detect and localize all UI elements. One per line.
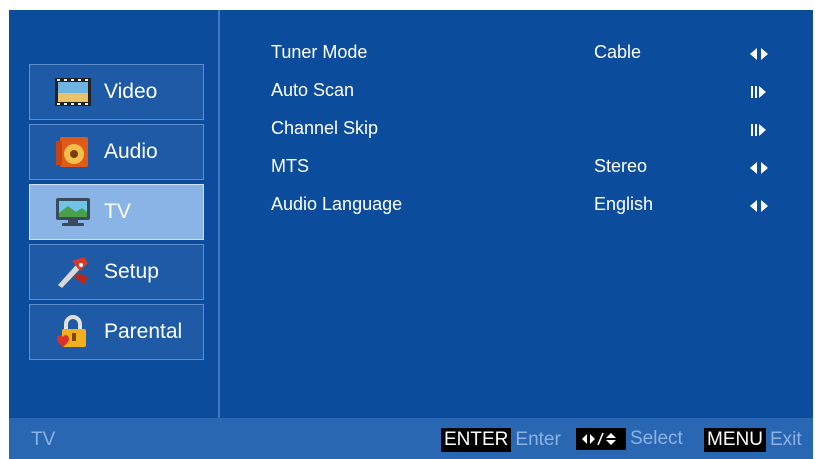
menu-row-auto-scan[interactable]: Auto Scan	[269, 74, 789, 112]
sidebar-item-tv[interactable]: TV	[29, 184, 204, 240]
menu-row-label: MTS	[271, 156, 309, 176]
enter-right-arrow-icon[interactable]	[747, 122, 771, 138]
left-right-arrow-icon[interactable]	[747, 160, 771, 176]
menu-row-tuner-mode[interactable]: Tuner Mode Cable	[269, 36, 789, 74]
setup-icon	[54, 255, 92, 289]
left-right-arrow-icon[interactable]	[747, 198, 771, 214]
select-hint-text: Select	[630, 428, 683, 449]
menu-row-value: Cable	[594, 42, 642, 62]
current-category-title: TV	[31, 429, 56, 450]
audio-icon	[54, 135, 92, 169]
sidebar-item-label: Setup	[104, 260, 159, 283]
sidebar-item-label: Audio	[104, 140, 158, 163]
sidebar-item-label: TV	[104, 200, 131, 223]
enter-hint-text: Enter	[515, 429, 561, 450]
menu-row-value: English	[594, 194, 654, 214]
tv-settings-menu: Tuner Mode Cable Auto Scan Channel Skip …	[269, 36, 789, 226]
sidebar-item-audio[interactable]: Audio	[29, 124, 204, 180]
menu-row-label: Tuner Mode	[271, 42, 368, 62]
navigation-arrows-icon	[576, 428, 626, 450]
select-hint: Select	[576, 428, 683, 450]
sidebar-item-parental[interactable]: Parental	[29, 304, 204, 360]
menu-key-badge: MENU	[704, 428, 766, 452]
parental-lock-icon	[54, 315, 92, 349]
sidebar-item-label: Video	[104, 80, 158, 103]
menu-row-value: Stereo	[594, 156, 648, 176]
menu-row-audio-language[interactable]: Audio Language English	[269, 188, 789, 226]
menu-row-label: Channel Skip	[271, 118, 379, 138]
enter-hint: ENTER Enter	[441, 428, 561, 452]
exit-hint-text: Exit	[769, 429, 802, 450]
category-sidebar: Video Audio TV Setup Parental	[29, 64, 204, 364]
sidebar-item-video[interactable]: Video	[29, 64, 204, 120]
left-right-arrow-icon[interactable]	[747, 46, 771, 62]
menu-row-mts[interactable]: MTS Stereo	[269, 150, 789, 188]
sidebar-item-label: Parental	[104, 320, 183, 343]
tv-osd-screen: Video Audio TV Setup Parental Tuner Mode…	[9, 10, 813, 459]
panel-divider	[218, 10, 220, 418]
sidebar-item-setup[interactable]: Setup	[29, 244, 204, 300]
menu-row-label: Auto Scan	[271, 80, 355, 100]
menu-row-channel-skip[interactable]: Channel Skip	[269, 112, 789, 150]
tv-icon	[54, 195, 92, 229]
enter-right-arrow-icon[interactable]	[747, 84, 771, 100]
enter-key-badge: ENTER	[441, 428, 512, 452]
exit-hint: MENU Exit	[704, 428, 802, 452]
status-bar: TV ENTER Enter Select MENU Exit	[9, 418, 813, 459]
video-icon	[54, 75, 92, 109]
menu-row-label: Audio Language	[271, 194, 403, 214]
